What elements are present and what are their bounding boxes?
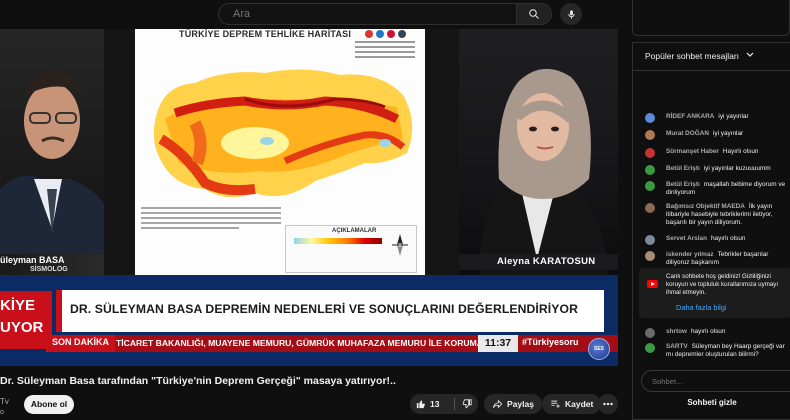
live-chat-panel: Popüler sohbet mesajları RİDEF ANKARA iyi…: [632, 42, 790, 420]
channel-bug-logo: SES: [588, 338, 610, 360]
channel-subscriber-count: o: [0, 409, 4, 416]
chat-author[interactable]: Bağımsız Objektif MAEDA: [666, 203, 745, 210]
avatar[interactable]: [645, 148, 655, 158]
map-legend: AÇIKLAMALAR: [285, 225, 417, 273]
share-label: Paylaş: [507, 399, 534, 409]
speaker-left-name: üleyman BASA: [0, 255, 65, 265]
search-button[interactable]: [516, 3, 552, 25]
avatar[interactable]: [645, 165, 655, 175]
legend-color-bar: [294, 238, 382, 244]
subscribe-button[interactable]: Abone ol: [24, 395, 74, 414]
brand-line-1: KİYE: [0, 297, 36, 314]
chat-text: hayırlı olsun: [710, 235, 746, 242]
search-box[interactable]: [218, 3, 516, 25]
map-logos: [365, 30, 406, 38]
speaker-right-name: Aleyna KARATOSUN: [497, 256, 596, 267]
chat-welcome-notice: Canlı sohbete hoş geldiniz! Gizliliğiniz…: [639, 268, 790, 318]
map-title: TÜRKİYE DEPREM TEHLİKE HARİTASI: [179, 29, 352, 39]
news-ticker: SON DAKİKA TİCARET BAKANLIĞI, MUAYENE ME…: [46, 335, 618, 352]
channel-brand-box: KİYE UYOR: [0, 291, 52, 349]
save-playlist-icon: [551, 400, 560, 408]
dislike-button[interactable]: [455, 394, 478, 414]
save-button[interactable]: Kaydet: [542, 394, 602, 414]
chat-mode-label: Popüler sohbet mesajları: [645, 51, 740, 61]
chat-author[interactable]: iskender yılmaz: [666, 251, 714, 258]
chat-author[interactable]: Sürmanşet Haber: [666, 148, 719, 155]
ticker-tag: SON DAKİKA: [46, 335, 116, 352]
chevron-down-icon: [746, 52, 754, 57]
like-button[interactable]: 13: [410, 394, 454, 414]
notice-text: Canlı sohbete hoş geldiniz! Gizliliğiniz…: [666, 273, 779, 296]
more-horizontal-icon: [603, 402, 613, 406]
speaker-left-title: SİSMOLOG: [30, 266, 68, 273]
legend-title: AÇIKLAMALAR: [332, 228, 377, 234]
avatar[interactable]: [645, 251, 655, 261]
avatar[interactable]: [645, 235, 655, 245]
youtube-logo-icon: [647, 280, 658, 288]
thumbs-up-icon: [416, 400, 425, 409]
avatar[interactable]: [645, 130, 655, 140]
headline-text: DR. SÜLEYMAN BASA DEPREMİN NEDENLERİ VE …: [70, 302, 579, 316]
chat-author[interactable]: shrtow: [666, 328, 687, 335]
like-count: 13: [430, 399, 440, 409]
search-input[interactable]: [219, 4, 516, 24]
chat-input[interactable]: [642, 372, 790, 391]
avatar[interactable]: [645, 343, 655, 353]
notice-learn-more-link[interactable]: Daha fazla bilgi: [676, 303, 727, 312]
chat-text: iyi yayınlar: [718, 113, 749, 120]
speaker-left-figure: [0, 70, 104, 275]
avatar[interactable]: [645, 328, 655, 338]
speaker-right-video: [459, 29, 618, 275]
north-arrow-icon: [392, 234, 408, 256]
chat-text: Hayırlı olsun: [722, 148, 759, 155]
save-label: Kaydet: [565, 399, 594, 409]
microphone-icon: [567, 9, 575, 19]
share-icon: [492, 399, 503, 409]
chat-mode-selector[interactable]: Popüler sohbet mesajları: [633, 43, 790, 71]
chat-author[interactable]: Servet Arslan: [666, 235, 707, 242]
chat-author[interactable]: Betül Eriştı: [666, 165, 700, 172]
hazard-map-card: TÜRKİYE DEPREM TEHLİKE HARİTASI AÇIKLAMA…: [135, 29, 425, 275]
thumbs-down-icon: [462, 399, 472, 409]
chat-text: hayırlı olsun: [690, 328, 726, 335]
chat-text: iyi yayınlar: [712, 130, 744, 137]
chat-author[interactable]: Betül Eriştı: [666, 181, 700, 188]
hide-chat-button[interactable]: Sohbeti gizle: [633, 398, 790, 407]
avatar[interactable]: [645, 181, 655, 191]
chat-author[interactable]: RİDEF ANKARA: [666, 113, 714, 120]
speaker-left-caption: üleyman BASA SİSMOLOG: [0, 254, 104, 275]
map-description-text: [141, 207, 281, 232]
speaker-right-caption: Aleyna KARATOSUN: [459, 254, 618, 270]
chat-input-box[interactable]: [641, 370, 790, 392]
like-dislike-group: 13: [410, 394, 478, 414]
search-icon: [529, 9, 539, 19]
video-player[interactable]: TÜRKİYE DEPREM TEHLİKE HARİTASI AÇIKLAMA…: [0, 29, 618, 366]
chat-author[interactable]: SARTV: [666, 343, 688, 350]
share-button[interactable]: Paylaş: [484, 394, 542, 414]
chat-author[interactable]: Murat DOĞAN: [666, 130, 709, 137]
channel-name[interactable]: Tv: [0, 397, 9, 406]
headline-banner: DR. SÜLEYMAN BASA DEPREMİN NEDENLERİ VE …: [56, 290, 604, 332]
speaker-right-figure: [479, 68, 609, 275]
speaker-left-video: [0, 29, 104, 275]
more-actions-button[interactable]: [598, 394, 618, 414]
chat-text: iyi yayınlar kuzuuuumm: [703, 165, 771, 172]
brand-line-2: UYOR: [0, 319, 44, 336]
ticker-hashtag: #Türkiyesoru: [522, 337, 579, 347]
ticker-clock: 11:37: [478, 335, 518, 352]
video-title: Dr. Süleyman Basa tarafından "Türkiye'ni…: [0, 375, 396, 387]
avatar[interactable]: [645, 203, 655, 213]
avatar[interactable]: [645, 113, 655, 123]
ticker-text: TİCARET BAKANLIĞI, MUAYENE MEMURU, GÜMRÜ…: [116, 338, 497, 348]
turkey-hazard-map: [153, 69, 413, 198]
voice-search-button[interactable]: [560, 3, 582, 25]
chat-top-frame: [632, 0, 790, 36]
